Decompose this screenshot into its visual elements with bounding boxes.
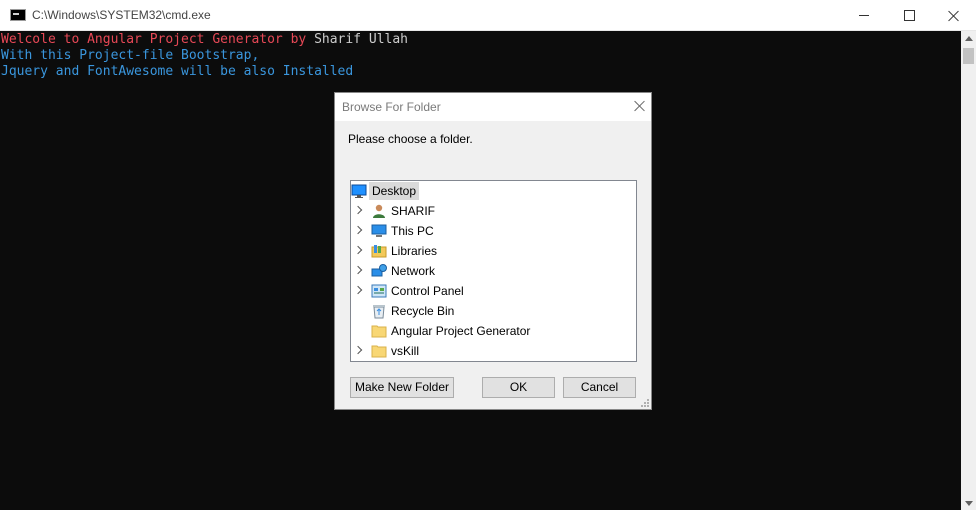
welcome-text: Welcole to Angular Project Generator by	[1, 32, 315, 47]
computer-icon	[371, 224, 387, 237]
tree-item-recycle-bin[interactable]: Recycle Bin	[351, 301, 636, 321]
chevron-right-icon[interactable]	[353, 225, 363, 235]
scroll-thumb[interactable]	[963, 48, 974, 64]
chevron-right-icon[interactable]	[353, 205, 363, 215]
tree-item-label: Angular Project Generator	[391, 324, 531, 338]
resize-grip-icon[interactable]	[640, 398, 649, 407]
maximize-icon	[903, 10, 915, 21]
tree-item-libraries[interactable]: Libraries	[351, 241, 636, 261]
console-line-2: With this Project-file Bootstrap,	[1, 48, 260, 63]
tree-item-label: This PC	[391, 224, 434, 238]
close-icon	[948, 10, 960, 22]
recycle-bin-icon	[373, 305, 385, 319]
tree-item-label: Desktop	[369, 182, 420, 200]
ok-button[interactable]: OK	[482, 377, 555, 398]
console-line-3: Jquery and FontAwesome will be also Inst…	[1, 64, 354, 79]
tree-item-vskill[interactable]: vsKill	[351, 341, 636, 361]
make-new-folder-button[interactable]: Make New Folder	[350, 377, 454, 398]
folder-icon	[371, 325, 387, 338]
tree-item-this-pc[interactable]: This PC	[351, 221, 636, 241]
cancel-button[interactable]: Cancel	[563, 377, 636, 398]
tree-item-label: Recycle Bin	[391, 304, 455, 318]
minimize-icon	[859, 15, 869, 16]
chevron-right-icon[interactable]	[353, 245, 363, 255]
minimize-button[interactable]	[841, 0, 887, 31]
dialog-close-icon[interactable]	[633, 100, 645, 112]
cmd-icon	[10, 9, 26, 21]
vertical-scrollbar[interactable]	[961, 31, 976, 510]
tree-item-desktop[interactable]: Desktop	[351, 181, 636, 201]
tree-item-label: Control Panel	[391, 284, 464, 298]
tree-item-label: Libraries	[391, 244, 438, 258]
user-icon	[373, 204, 385, 218]
author-name: Sharif Ullah	[314, 32, 408, 47]
dialog-title: Browse For Folder	[342, 100, 441, 114]
scroll-up-icon[interactable]	[965, 36, 973, 41]
chevron-right-icon[interactable]	[353, 285, 363, 295]
tree-item-angular-project-generator[interactable]: Angular Project Generator	[351, 321, 636, 341]
tree-item-label: vsKill	[391, 344, 420, 358]
libraries-icon	[371, 245, 387, 258]
folder-icon	[371, 345, 387, 358]
maximize-button[interactable]	[886, 0, 932, 31]
dialog-titlebar[interactable]: Browse For Folder	[335, 93, 651, 121]
console-titlebar[interactable]: C:\Windows\SYSTEM32\cmd.exe	[0, 0, 976, 31]
chevron-right-icon[interactable]	[353, 265, 363, 275]
folder-tree[interactable]: Desktop SHARIF This PC Libraries Network…	[350, 180, 637, 362]
tree-item-control-panel[interactable]: Control Panel	[351, 281, 636, 301]
tree-item-sharif[interactable]: SHARIF	[351, 201, 636, 221]
close-button[interactable]	[931, 0, 976, 31]
tree-item-network[interactable]: Network	[351, 261, 636, 281]
control-panel-icon	[371, 284, 387, 298]
dialog-prompt: Please choose a folder.	[348, 132, 473, 146]
chevron-right-icon[interactable]	[353, 345, 363, 355]
console-line-1: Welcole to Angular Project Generator by …	[1, 32, 408, 48]
tree-item-label: Network	[391, 264, 436, 278]
network-icon	[371, 264, 387, 277]
desktop-icon	[351, 184, 367, 198]
browse-folder-dialog: Browse For Folder Please choose a folder…	[334, 92, 652, 410]
scroll-down-icon[interactable]	[965, 501, 973, 506]
tree-item-label: SHARIF	[391, 204, 436, 218]
window-title: C:\Windows\SYSTEM32\cmd.exe	[32, 8, 211, 22]
